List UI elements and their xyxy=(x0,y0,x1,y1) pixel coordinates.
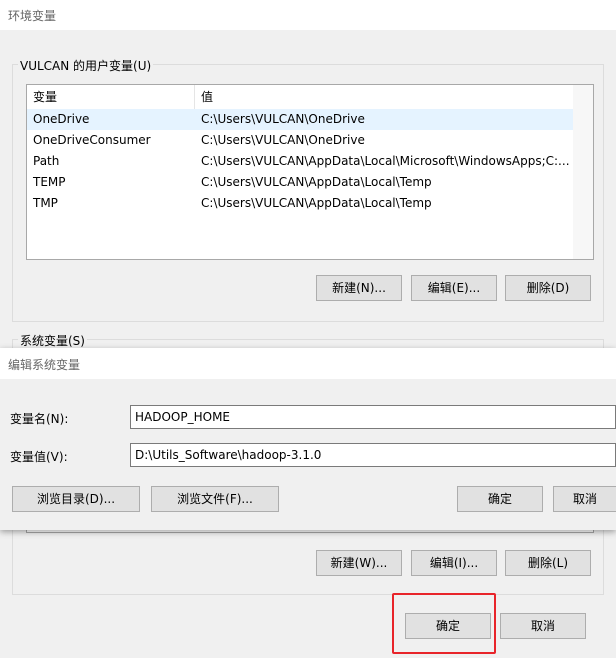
row-name: OneDriveConsumer xyxy=(33,133,151,147)
row-value: C:\Users\VULCAN\AppData\Local\Temp xyxy=(201,196,432,210)
window-title: 环境变量 xyxy=(8,9,57,23)
table-row[interactable]: OneDrive C:\Users\VULCAN\OneDrive xyxy=(27,109,573,130)
variable-value-label: 变量值(V): xyxy=(10,450,68,464)
row-name: Path xyxy=(33,154,60,168)
user-vars-list[interactable]: 变量 值 OneDrive C:\Users\VULCAN\OneDrive O… xyxy=(26,84,594,260)
window-title-bar xyxy=(0,0,616,30)
system-edit-button[interactable]: 编辑(I)... xyxy=(411,550,497,576)
highlight-annotation xyxy=(392,593,496,654)
dialog-title: 编辑系统变量 xyxy=(8,358,81,372)
user-edit-button[interactable]: 编辑(E)... xyxy=(411,275,497,301)
row-name: TMP xyxy=(33,196,58,210)
dialog-ok-button[interactable]: 确定 xyxy=(457,486,543,512)
list-scrollbar[interactable] xyxy=(573,85,593,259)
user-new-button[interactable]: 新建(N)... xyxy=(316,275,402,301)
row-value: C:\Users\VULCAN\AppData\Local\Temp xyxy=(201,175,432,189)
variable-name-input[interactable] xyxy=(130,405,616,429)
column-divider[interactable] xyxy=(194,85,195,109)
variable-value-input[interactable] xyxy=(130,443,616,467)
system-new-button[interactable]: 新建(W)... xyxy=(316,550,402,576)
dialog-cancel-button[interactable]: 取消 xyxy=(553,486,616,512)
table-row[interactable]: TMP C:\Users\VULCAN\AppData\Local\Temp xyxy=(27,193,573,214)
variable-name-label: 变量名(N): xyxy=(10,412,69,426)
row-name: TEMP xyxy=(33,175,66,189)
row-value: C:\Users\VULCAN\AppData\Local\Microsoft\… xyxy=(201,154,570,168)
edit-variable-dialog: 编辑系统变量 变量名(N): 变量值(V): 浏览目录(D)... 浏览文件(F… xyxy=(0,348,616,530)
table-row[interactable]: OneDriveConsumer C:\Users\VULCAN\OneDriv… xyxy=(27,130,573,151)
row-value: C:\Users\VULCAN\OneDrive xyxy=(201,112,365,126)
table-row[interactable]: TEMP C:\Users\VULCAN\AppData\Local\Temp xyxy=(27,172,573,193)
row-value: C:\Users\VULCAN\OneDrive xyxy=(201,133,365,147)
browse-file-button[interactable]: 浏览文件(F)... xyxy=(151,486,279,512)
browse-directory-button[interactable]: 浏览目录(D)... xyxy=(12,486,140,512)
dialog-title-bar xyxy=(0,348,616,379)
table-row[interactable]: Path C:\Users\VULCAN\AppData\Local\Micro… xyxy=(27,151,573,172)
row-name: OneDrive xyxy=(33,112,90,126)
user-delete-button[interactable]: 删除(D) xyxy=(505,275,591,301)
system-vars-group-label: 系统变量(S) xyxy=(18,332,87,349)
column-header-name[interactable]: 变量 xyxy=(33,85,57,109)
column-header-value[interactable]: 值 xyxy=(201,85,213,109)
cancel-button[interactable]: 取消 xyxy=(500,613,586,639)
system-delete-button[interactable]: 删除(L) xyxy=(505,550,591,576)
user-vars-group-label: VULCAN 的用户变量(U) xyxy=(18,57,154,74)
